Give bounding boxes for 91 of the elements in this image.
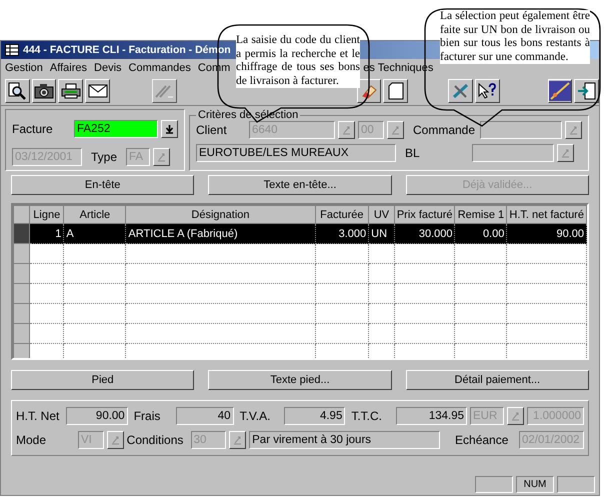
lookup-button[interactable] [565,121,582,139]
conditions-label: Conditions [126,433,184,447]
toolbar-button[interactable] [5,79,30,103]
envelope-icon [88,84,108,98]
printer-icon [60,83,81,99]
fees-field: 40 [176,407,234,425]
footer-button[interactable]: Détail paiement... [406,370,589,390]
delivery-note-field[interactable] [472,144,554,162]
lookup-button[interactable] [387,121,404,139]
exit-door-icon [576,82,597,100]
lookup-button[interactable] [106,431,124,449]
eraser-icon [360,83,378,99]
mode-label: Mode [16,433,48,447]
help-pointer-icon [477,82,498,100]
dropdown-button[interactable] [161,120,178,138]
footer-button[interactable]: Texte pied... [208,370,392,390]
lookup-icon [561,148,570,158]
invoice-label: Facture [12,122,53,136]
menu-item[interactable]: Devis [94,62,122,74]
grid-icon [5,44,19,56]
lookup-button[interactable] [338,121,355,139]
bl-label: BL [405,146,421,160]
table-cell: 1 [30,224,64,244]
header-button[interactable]: Texte en-tête... [208,175,392,195]
column-header[interactable]: Facturée [315,206,369,224]
column-header[interactable]: Ligne [30,206,64,224]
lookup-icon [569,125,578,135]
camera-icon [34,83,54,99]
table-cell: UN [368,224,394,244]
lookup-icon [391,125,400,135]
search-icon [8,82,26,100]
table-cell: 3.000 [315,224,369,244]
column-header[interactable]: Prix facturé [394,206,455,224]
table-cell: 30.000 [394,224,455,244]
callout-text: La sélection peut également être faite sur UN bon de livraison ou bien sur tous les bons restants à facturer sur une commande. [440,10,590,64]
vat-field: 4.95 [284,407,346,425]
conditions-text-field[interactable]: Par virement à 30 jours [249,431,440,449]
header-button[interactable]: En-tête [11,175,194,195]
table-cell: A [64,224,126,244]
column-header[interactable]: Article [64,206,126,224]
toolbar-button[interactable] [383,79,408,103]
order-field[interactable] [480,121,562,139]
column-header[interactable]: UV [368,206,394,224]
toolbar-button[interactable] [58,79,84,103]
table-row[interactable]: 1 A ARTICLE A (Fabriqué) 3.000 UN 30.000 0.00 90.00 [14,224,586,244]
toolbar-button[interactable] [574,79,600,103]
footer-button[interactable]: Pied [11,370,194,390]
column-header[interactable]: Désignation [126,206,316,224]
order-label: Commande [413,123,476,137]
type-label: Type [91,150,118,164]
tools-icon [452,83,470,99]
lookup-button[interactable] [153,148,170,166]
menu-item[interactable]: Gestion [5,62,43,74]
column-header[interactable]: H.T. net facturé [506,206,586,224]
lookup-button[interactable] [229,431,246,449]
lookup-icon [157,152,166,162]
lookup-button[interactable] [506,407,524,425]
lookup-button[interactable] [557,144,574,162]
toolbar-button[interactable] [32,79,56,103]
vat-label: T.V.A. [238,409,272,423]
net-total-label: H.T. Net [16,409,60,423]
total-label: T.T.C. [350,409,384,423]
toolbar-button[interactable] [85,79,110,103]
column-header[interactable]: Remise 1 [454,206,507,224]
toolbar-button[interactable] [548,79,572,103]
table-cell: ARTICLE A (Fabriqué) [126,224,316,244]
toolbar-button[interactable] [448,79,473,103]
toolbar-button[interactable] [474,79,500,103]
menu-item[interactable]: Commandes [128,62,191,74]
pen-icon [154,83,174,99]
callout-text: La saisie du code du client a permis la recherche et le chiffrage de tous ses bons de livraison à facturer. [236,34,360,88]
due-date-label: Echéance [454,433,510,447]
fees-label: Frais [132,409,162,423]
lookup-icon [510,411,520,421]
lookup-icon [233,435,242,445]
down-arrow-icon [165,124,174,134]
net-total-field: 90.00 [66,407,128,425]
status-pane [475,476,513,492]
lookup-icon [342,125,351,135]
picture-icon [548,81,571,101]
table-cell: 90.00 [506,224,586,244]
client-label: Client [196,123,228,137]
total-field: 134.95 [396,407,467,425]
invoice-number-field[interactable]: FA252 [74,120,158,138]
num-lock-indicator: NUM [516,476,554,492]
table-cell: 0.00 [454,224,507,244]
status-pane [557,476,595,492]
page-icon [388,82,404,100]
menu-item[interactable]: Affaires [50,62,88,74]
lookup-icon [110,435,120,445]
client-name-field[interactable]: EUROTUBE/LES MUREAUX [196,144,396,162]
